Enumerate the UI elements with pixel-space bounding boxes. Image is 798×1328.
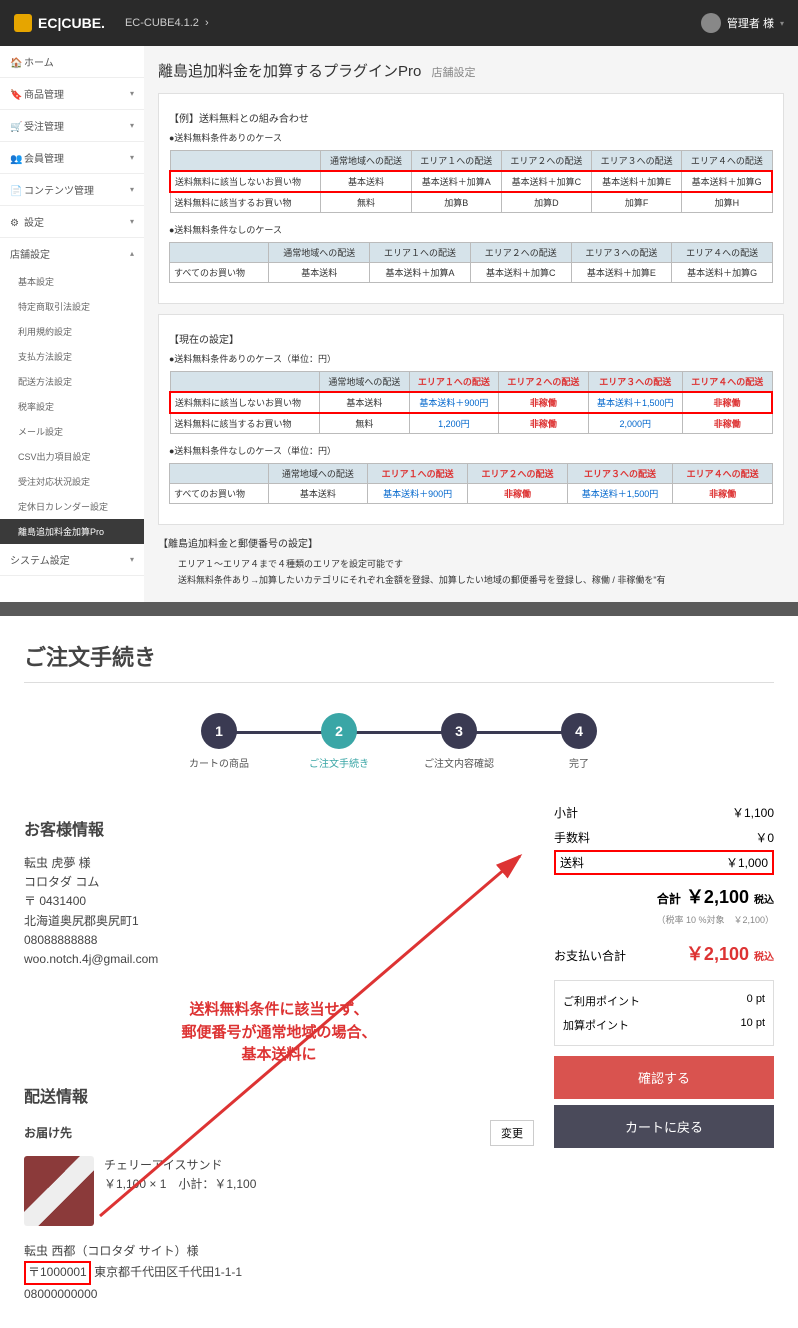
sidebar: 🏠ホーム 🔖商品管理▾ 🛒受注管理▾ 👥会員管理▾ 📄コンテンツ管理▾ ⚙設定▾… (0, 46, 144, 602)
desc-line: エリア１～エリア４まで４種類のエリアを設定可能です (178, 556, 784, 572)
admin-panel: EC|CUBE. EC-CUBE4.1.2 › 管理者 様 ▾ 🏠ホーム 🔖商品… (0, 0, 798, 602)
step-done: 4完了 (519, 713, 639, 770)
customer-name: 転虫 虎夢 様 (24, 854, 534, 873)
chevron-down-icon: ▾ (130, 185, 134, 194)
chevron-down-icon: ▾ (130, 89, 134, 98)
chevron-down-icon: ▾ (780, 19, 784, 28)
bullet: ●送料無料条件なしのケース（単位：円） (169, 444, 773, 457)
sidebar-sub-header[interactable]: 店舗設定▴ (0, 238, 144, 269)
sidebar-sub[interactable]: 受注対応状況設定 (0, 469, 144, 494)
checkout-panel: ご注文手続き 1カートの商品 2ご注文手続き 3ご注文内容確認 4完了 お客様情… (0, 616, 798, 1327)
sidebar-sub[interactable]: 支払方法設定 (0, 344, 144, 369)
topbar: EC|CUBE. EC-CUBE4.1.2 › 管理者 様 ▾ (0, 0, 798, 46)
card-header: 【現在の設定】 (169, 331, 773, 346)
sidebar-sub-active[interactable]: 離島追加料金加算Pro (0, 519, 144, 544)
back-button[interactable]: カートに戻る (554, 1105, 774, 1148)
sidebar-sub[interactable]: メール設定 (0, 419, 144, 444)
sidebar-sub[interactable]: 定休日カレンダー設定 (0, 494, 144, 519)
example-card: 【例】送料無料との組み合わせ ●送料無料条件ありのケース 通常地域への配送エリア… (158, 93, 784, 304)
totals: 小計￥1,100 手数料￥0 送料￥1,000 合計 ￥2,100 税込 （税率… (554, 800, 774, 970)
step-cart: 1カートの商品 (159, 713, 279, 770)
main-content: 離島追加料金を加算するプラグインPro 店舗設定 【例】送料無料との組み合わせ … (144, 46, 798, 602)
postal-section: 【離島追加料金と郵便番号の設定】 エリア１～エリア４まで４種類のエリアを設定可能… (158, 535, 784, 588)
current-table-2: 通常地域への配送エリア１への配送エリア２への配送エリア３への配送エリア４への配送… (169, 463, 773, 504)
customer-address: 北海道奥尻郡奥尻町1 (24, 912, 534, 931)
progress-steps: 1カートの商品 2ご注文手続き 3ご注文内容確認 4完了 (24, 713, 774, 770)
item-name: チェリーアイスサンド (104, 1156, 256, 1175)
delivery-title: 配送情報 (24, 1085, 534, 1111)
recipient-tel: 08000000000 (24, 1285, 534, 1304)
sidebar-item-content[interactable]: 📄コンテンツ管理▾ (0, 174, 144, 206)
recipient-postal: 〒1000001 (24, 1261, 91, 1284)
chevron-down-icon: ▾ (130, 153, 134, 162)
customer-kana: コロタダ コム (24, 873, 534, 892)
sidebar-sub[interactable]: 税率設定 (0, 394, 144, 419)
bullet: ●送料無料条件ありのケース (169, 131, 773, 144)
customer-email: woo.notch.4j@gmail.com (24, 950, 534, 969)
shipping-row: 送料￥1,000 (554, 850, 774, 875)
step-order: 2ご注文手続き (279, 713, 399, 770)
logo: EC|CUBE. (14, 14, 105, 32)
current-card: 【現在の設定】 ●送料無料条件ありのケース（単位：円） 通常地域への配送エリア１… (158, 314, 784, 525)
sidebar-sub[interactable]: 特定商取引法設定 (0, 294, 144, 319)
desc-line: 送料無料条件あり→加算したいカテゴリにそれぞれ金額を登録、加算したい地域の郵便番… (178, 572, 784, 588)
delivery-subtitle: お届け先 (24, 1124, 72, 1143)
logo-icon (14, 14, 32, 32)
checkout-title: ご注文手続き (24, 640, 774, 683)
bullet: ●送料無料条件なしのケース (169, 223, 773, 236)
product-thumb (24, 1156, 94, 1226)
recipient-name: 転虫 西都（コロタダ サイト）様 (24, 1242, 534, 1261)
sidebar-item-member[interactable]: 👥会員管理▾ (0, 142, 144, 174)
customer-tel: 08088888888 (24, 931, 534, 950)
sidebar-item-order[interactable]: 🛒受注管理▾ (0, 110, 144, 142)
bullet: ●送料無料条件ありのケース（単位：円） (169, 352, 773, 365)
tax-note: （税率 10 %対象 ￥2,100） (554, 913, 774, 926)
sidebar-item-product[interactable]: 🔖商品管理▾ (0, 78, 144, 110)
example-table-2: 通常地域への配送エリア１への配送エリア２への配送エリア３への配送エリア４への配送… (169, 242, 773, 283)
chevron-down-icon: ▾ (130, 217, 134, 226)
sidebar-item-system[interactable]: システム設定▾ (0, 544, 144, 576)
step-confirm: 3ご注文内容確認 (399, 713, 519, 770)
user-menu[interactable]: 管理者 様 ▾ (701, 13, 784, 33)
sidebar-sub[interactable]: 配送方法設定 (0, 369, 144, 394)
recipient-address: 東京都千代田区千代田1-1-1 (94, 1265, 242, 1279)
sidebar-sub[interactable]: CSV出力項目設定 (0, 444, 144, 469)
chevron-up-icon: ▴ (130, 249, 134, 258)
sidebar-sub[interactable]: 利用規約設定 (0, 319, 144, 344)
confirm-button[interactable]: 確認する (554, 1056, 774, 1099)
version-crumb[interactable]: EC-CUBE4.1.2 › (125, 17, 209, 29)
chevron-down-icon: ▾ (130, 121, 134, 130)
customer-postal: 〒 0431400 (24, 892, 534, 911)
item-line: ￥1,100 × 1 小計：￥1,100 (104, 1175, 256, 1194)
page-title: 離島追加料金を加算するプラグインPro 店舗設定 (158, 60, 784, 81)
sidebar-sub[interactable]: 基本設定 (0, 269, 144, 294)
change-button[interactable]: 変更 (490, 1120, 534, 1146)
user-icon (701, 13, 721, 33)
sidebar-item-home[interactable]: 🏠ホーム (0, 46, 144, 78)
example-table-1: 通常地域への配送エリア１への配送エリア２への配送エリア３への配送エリア４への配送… (169, 150, 773, 213)
current-table-1: 通常地域への配送エリア１への配送エリア２への配送エリア３への配送エリア４への配送… (169, 371, 773, 434)
card-header: 【例】送料無料との組み合わせ (169, 110, 773, 125)
chevron-down-icon: ▾ (130, 555, 134, 564)
logo-text: EC|CUBE. (38, 15, 105, 31)
customer-title: お客様情報 (24, 818, 534, 844)
points-box: ご利用ポイント0 pt 加算ポイント10 pt (554, 980, 774, 1046)
sidebar-item-settings[interactable]: ⚙設定▾ (0, 206, 144, 238)
card-header: 【離島追加料金と郵便番号の設定】 (158, 535, 784, 550)
annotation-text: 送料無料条件に該当せず、 郵便番号が通常地域の場合、 基本送料に (24, 999, 534, 1067)
